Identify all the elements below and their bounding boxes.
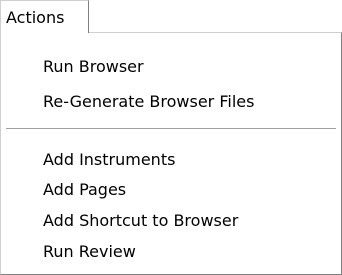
- menu-item-label: Add Shortcut to Browser: [43, 211, 239, 230]
- menu-item-add-instruments[interactable]: Add Instruments: [3, 146, 339, 174]
- menu-item-run-review[interactable]: Run Review: [3, 238, 339, 266]
- menu-item-label: Run Browser: [43, 57, 144, 76]
- menu-separator: [6, 128, 336, 130]
- actions-menu: Actions Run Browser Re-Generate Browser …: [0, 0, 342, 275]
- menu-item-label: Add Instruments: [43, 150, 176, 169]
- menu-item-label: Re-Generate Browser Files: [43, 92, 255, 111]
- menu-tab-joint: [1, 32, 88, 34]
- actions-menu-title: Actions: [6, 8, 65, 27]
- actions-dropdown: Run Browser Re-Generate Browser Files Ad…: [0, 32, 342, 275]
- menu-item-regenerate-browser-files[interactable]: Re-Generate Browser Files: [3, 88, 339, 116]
- menu-item-label: Add Pages: [43, 180, 127, 199]
- menu-item-label: Run Review: [43, 242, 136, 261]
- actions-menu-button[interactable]: Actions: [0, 0, 89, 33]
- menu-item-run-browser[interactable]: Run Browser: [3, 53, 339, 81]
- menu-item-add-shortcut-to-browser[interactable]: Add Shortcut to Browser: [3, 207, 339, 235]
- menu-item-add-pages[interactable]: Add Pages: [3, 176, 339, 204]
